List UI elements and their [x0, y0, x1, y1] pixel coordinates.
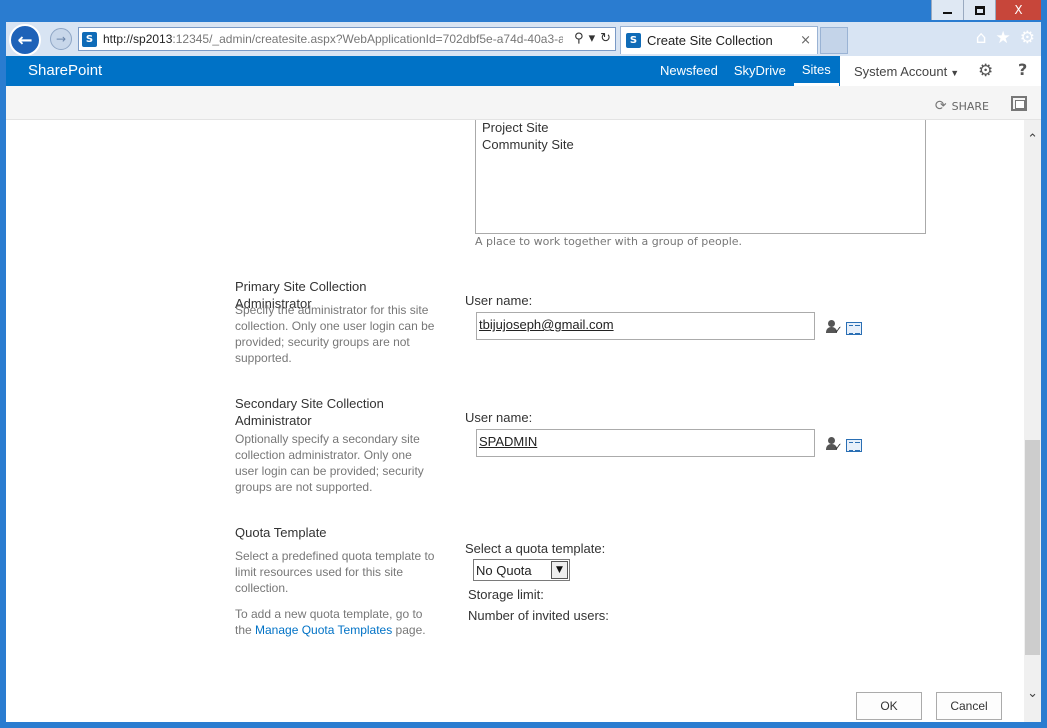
share-label: SHARE	[951, 99, 989, 113]
check-names-icon[interactable]: ✓	[826, 320, 842, 336]
scrollbar-thumb[interactable]	[1025, 440, 1040, 655]
template-listbox[interactable]: Project Site Community Site	[475, 120, 926, 234]
maximize-button[interactable]	[963, 0, 995, 20]
browser-window: X ← → S http://sp2013:12345/_admin/creat…	[0, 0, 1047, 728]
home-icon[interactable]: ⌂	[976, 28, 987, 48]
primary-admin-description: Specify the administrator for this site …	[235, 303, 435, 365]
account-menu[interactable]: System Account ▼	[854, 64, 959, 79]
suite-link-skydrive[interactable]: SkyDrive	[726, 56, 794, 86]
scroll-up-icon[interactable]: ⌃	[1027, 132, 1038, 147]
chevron-down-icon[interactable]: ▼	[551, 561, 568, 579]
quota-selected-value: No Quota	[476, 562, 532, 578]
template-option[interactable]: Project Site	[482, 120, 919, 136]
sharepoint-tab-icon: S	[626, 33, 641, 48]
share-icon: ⟳	[934, 98, 947, 114]
search-icon[interactable]: ⚲	[574, 31, 584, 46]
manage-quota-templates-link[interactable]: Manage Quota Templates	[255, 623, 392, 637]
browser-toolbar: ← → S http://sp2013:12345/_admin/creates…	[6, 22, 1041, 56]
vertical-scrollbar[interactable]: ⌃ ⌄	[1024, 120, 1041, 722]
url-text[interactable]: http://sp2013:12345/_admin/createsite.as…	[103, 32, 563, 46]
browser-actions: ⌂ ★ ⚙	[976, 28, 1035, 48]
maximize-icon	[974, 5, 985, 15]
suite-link-sites[interactable]: Sites	[793, 56, 839, 86]
tab-close-icon[interactable]: ×	[800, 33, 811, 48]
quota-template-select[interactable]: No Quota ▼	[473, 559, 570, 581]
tab-create-site-collection[interactable]: S Create Site Collection ×	[620, 26, 818, 54]
storage-limit-label: Storage limit:	[468, 587, 544, 602]
window-controls: X	[931, 0, 1041, 22]
refresh-icon[interactable]: ↻	[600, 31, 611, 46]
chevron-down-icon: ▼	[950, 67, 960, 78]
back-button[interactable]: ←	[9, 24, 41, 56]
back-arrow-icon: ←	[17, 29, 33, 51]
favorites-star-icon[interactable]: ★	[996, 28, 1011, 48]
account-name: System Account	[854, 63, 948, 79]
quota-select-label: Select a quota template:	[465, 541, 606, 556]
dropdown-icon[interactable]: ▾	[589, 31, 596, 46]
check-names-icon[interactable]: ✓	[826, 437, 842, 453]
share-button[interactable]: ⟳ SHARE	[935, 98, 989, 114]
account-area: System Account ▼ ⚙ ?	[840, 56, 1041, 86]
sharepoint-favicon-icon: S	[82, 31, 97, 47]
secondary-admin-picker-icons: ✓	[826, 437, 862, 453]
close-window-button[interactable]: X	[995, 0, 1041, 20]
scroll-down-icon[interactable]: ⌄	[1027, 686, 1038, 701]
primary-admin-value: tbijujoseph@gmail.com	[479, 317, 614, 332]
new-tab-button[interactable]	[820, 27, 848, 54]
secondary-admin-title: Secondary Site Collection Administrator	[235, 396, 384, 428]
secondary-admin-value: SPADMIN	[479, 434, 538, 449]
minimize-button[interactable]	[931, 0, 963, 20]
sharepoint-suite-bar: SharePoint Newsfeed SkyDrive Sites Syste…	[6, 56, 1041, 86]
help-icon[interactable]: ?	[1018, 60, 1027, 79]
address-book-icon[interactable]	[846, 438, 862, 452]
address-book-icon[interactable]	[846, 321, 862, 335]
ribbon-bar: ⟳ SHARE	[6, 86, 1041, 120]
secondary-username-label: User name:	[465, 410, 533, 425]
cancel-button[interactable]: Cancel	[936, 692, 1002, 720]
suite-nav: Newsfeed SkyDrive Sites	[652, 56, 839, 86]
template-option[interactable]: Community Site	[482, 136, 919, 153]
secondary-admin-description: Optionally specify a secondary site coll…	[235, 432, 424, 494]
primary-username-label: User name:	[465, 293, 533, 308]
quota-add-note: To add a new quota template, go to the M…	[235, 607, 426, 637]
forward-arrow-icon: →	[55, 32, 67, 46]
secondary-admin-input[interactable]: SPADMIN	[476, 429, 815, 457]
close-icon: X	[1014, 3, 1023, 17]
invited-users-label: Number of invited users:	[468, 608, 609, 623]
suite-link-newsfeed[interactable]: Newsfeed	[652, 56, 726, 86]
ok-button[interactable]: OK	[856, 692, 922, 720]
quota-description: Select a predefined quota template to li…	[235, 549, 435, 595]
primary-admin-input[interactable]: tbijujoseph@gmail.com	[476, 312, 815, 340]
minimize-icon	[943, 12, 952, 14]
settings-gear-icon[interactable]: ⚙	[1020, 28, 1035, 48]
tab-title: Create Site Collection	[647, 33, 773, 48]
main-content: Project Site Community Site A place to w…	[6, 120, 1041, 722]
quota-title: Quota Template	[235, 525, 327, 540]
address-bar[interactable]: S http://sp2013:12345/_admin/createsite.…	[78, 27, 616, 51]
site-settings-gear-icon[interactable]: ⚙	[978, 61, 993, 81]
primary-admin-picker-icons: ✓	[826, 320, 862, 336]
forward-button[interactable]: →	[50, 28, 72, 50]
brand-title[interactable]: SharePoint	[28, 62, 102, 79]
focus-on-content-icon[interactable]	[1011, 96, 1027, 111]
address-bar-icons: ⚲ ▾ ↻	[574, 31, 611, 46]
template-description: A place to work together with a group of…	[475, 235, 743, 248]
